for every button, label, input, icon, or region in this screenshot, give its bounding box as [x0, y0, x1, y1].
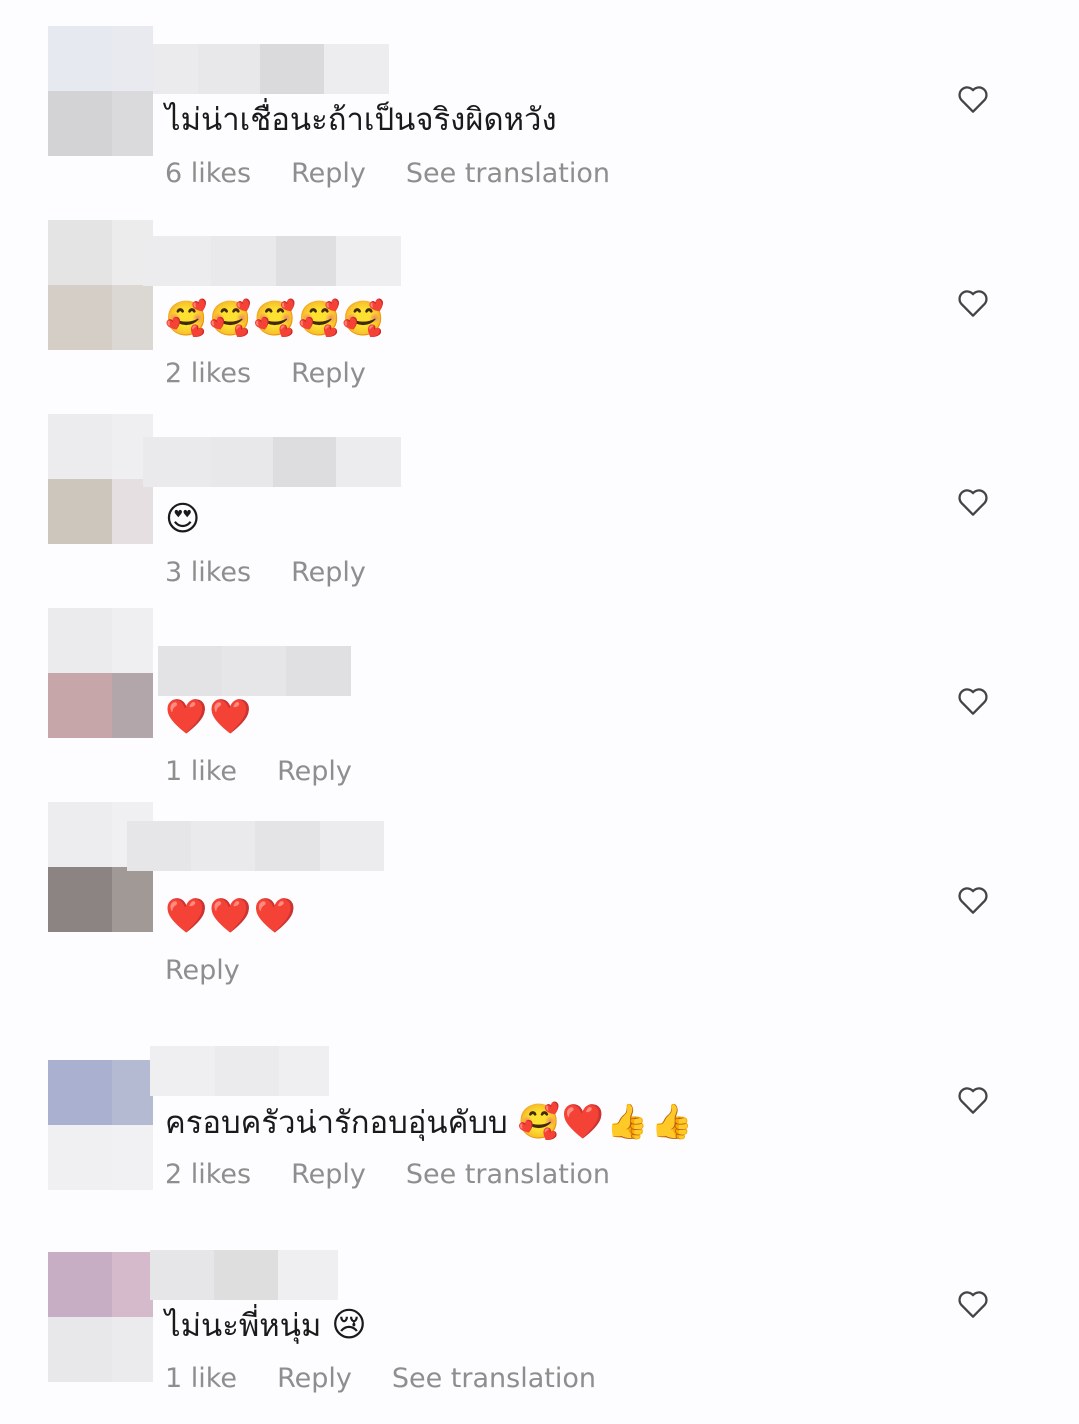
comment-text: ไม่น่าเชื่อนะถ้าเป็นจริงผิดหวัง — [165, 98, 557, 142]
heart-outline-icon[interactable] — [957, 1289, 989, 1319]
see-translation-button[interactable]: See translation — [406, 158, 610, 189]
comment-actions: 1 like Reply — [165, 756, 352, 787]
heart-outline-icon[interactable] — [957, 288, 989, 318]
avatar[interactable] — [48, 1060, 153, 1190]
emoji-content: ❤️❤️❤️ — [165, 896, 299, 936]
heart-outline-icon[interactable] — [957, 84, 989, 114]
reply-button[interactable]: Reply — [165, 955, 240, 986]
comment-body: ครอบครัวน่ารักอบอุ่นคับบ — [165, 1105, 518, 1141]
comment-actions: 2 likes Reply — [165, 358, 366, 389]
comment-text: ครอบครัวน่ารักอบอุ่นคับบ 🥰❤️👍👍 — [165, 1100, 695, 1145]
likes-count[interactable]: 1 like — [165, 756, 237, 787]
reply-button[interactable]: Reply — [291, 158, 366, 189]
comment-actions: 6 likes Reply See translation — [165, 158, 610, 189]
likes-count[interactable]: 3 likes — [165, 557, 251, 588]
likes-count[interactable]: 2 likes — [165, 1159, 251, 1190]
reply-button[interactable]: Reply — [277, 756, 352, 787]
emoji-content: ❤️❤️ — [165, 697, 254, 737]
username[interactable] — [150, 1046, 329, 1096]
comment-body: ไม่นะพี่หนุ่ม — [165, 1308, 332, 1344]
comment-text: ไม่นะพี่หนุ่ม 😢 — [165, 1303, 369, 1348]
avatar[interactable] — [48, 608, 153, 738]
likes-count[interactable]: 2 likes — [165, 358, 251, 389]
username[interactable] — [143, 437, 401, 487]
comment-actions: 3 likes Reply — [165, 557, 366, 588]
emoji-content: 🥰❤️👍👍 — [517, 1102, 695, 1142]
emoji-content: 😢 — [331, 1305, 369, 1345]
avatar[interactable] — [48, 220, 153, 350]
username[interactable] — [127, 821, 384, 871]
comment-text: ❤️❤️❤️ — [165, 894, 298, 939]
avatar[interactable] — [48, 414, 153, 544]
emoji-content: 🥰🥰🥰🥰🥰 — [165, 299, 387, 339]
heart-outline-icon[interactable] — [957, 686, 989, 716]
likes-count[interactable]: 1 like — [165, 1363, 237, 1394]
emoji-content: 😍 — [165, 499, 203, 539]
reply-button[interactable]: Reply — [291, 358, 366, 389]
reply-button[interactable]: Reply — [291, 1159, 366, 1190]
see-translation-button[interactable]: See translation — [392, 1363, 596, 1394]
avatar[interactable] — [48, 26, 153, 156]
see-translation-button[interactable]: See translation — [406, 1159, 610, 1190]
username[interactable] — [143, 236, 401, 286]
username[interactable] — [153, 44, 389, 94]
comment-text: ❤️❤️ — [165, 695, 254, 740]
comment-text: 😍 — [165, 497, 202, 542]
username[interactable] — [158, 646, 351, 696]
reply-button[interactable]: Reply — [291, 557, 366, 588]
likes-count[interactable]: 6 likes — [165, 158, 251, 189]
reply-button[interactable]: Reply — [277, 1363, 352, 1394]
heart-outline-icon[interactable] — [957, 487, 989, 517]
username[interactable] — [150, 1250, 338, 1300]
comment-actions: 2 likes Reply See translation — [165, 1159, 610, 1190]
comment-body: ไม่น่าเชื่อนะถ้าเป็นจริงผิดหวัง — [165, 102, 557, 138]
heart-outline-icon[interactable] — [957, 1085, 989, 1115]
heart-outline-icon[interactable] — [957, 885, 989, 915]
comment-actions: 1 like Reply See translation — [165, 1363, 596, 1394]
comment-actions: Reply — [165, 955, 240, 986]
comment-text: 🥰🥰🥰🥰🥰 — [165, 297, 387, 342]
avatar[interactable] — [48, 1252, 153, 1382]
